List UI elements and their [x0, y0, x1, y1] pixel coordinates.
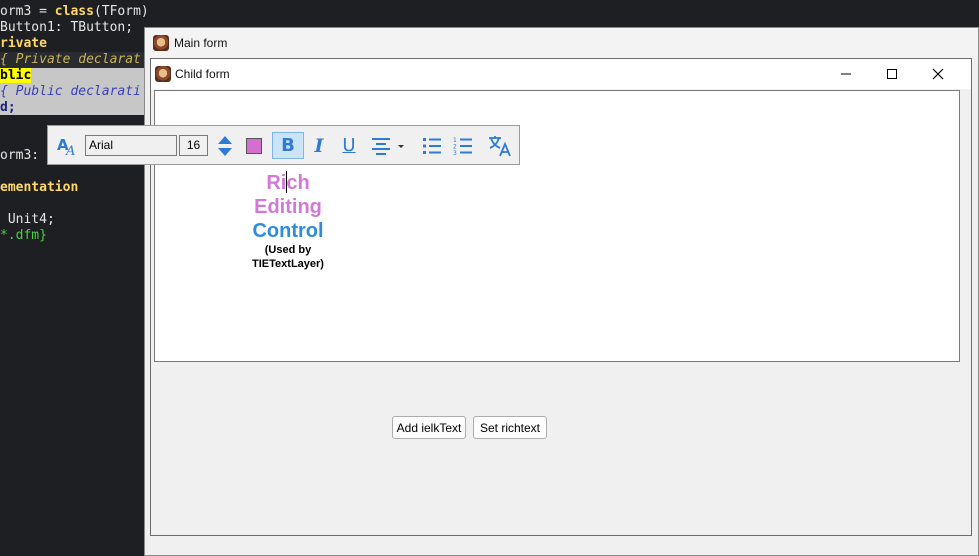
font-style-button[interactable]: A A — [54, 132, 80, 159]
rich-text-line: Editing — [254, 196, 322, 218]
numbered-list-icon: 1 2 3 — [453, 137, 472, 157]
numbered-list-button[interactable]: 1 2 3 — [450, 132, 476, 159]
code-line: d; — [0, 100, 16, 115]
rich-text-line: TIETextLayer) — [252, 258, 324, 270]
rich-text-line: (Used by — [264, 244, 312, 256]
close-button[interactable] — [915, 59, 961, 89]
minimize-icon — [841, 73, 851, 75]
font-size-input[interactable]: 16 — [179, 135, 208, 156]
text-color-button[interactable] — [241, 132, 267, 159]
font-icon: A A — [57, 136, 75, 157]
app-icon — [153, 35, 169, 51]
close-icon — [932, 68, 944, 80]
italic-button[interactable]: I — [306, 132, 332, 159]
maximize-button[interactable] — [869, 59, 915, 89]
bold-button[interactable]: B — [272, 132, 304, 159]
code-line: rivate — [0, 36, 47, 51]
set-richtext-button[interactable]: Set richtext — [473, 416, 547, 439]
code-line: *.dfm} — [0, 228, 47, 243]
underline-button[interactable]: U — [336, 132, 362, 159]
code-line: ementation — [0, 180, 79, 195]
rich-text-line: Rich — [266, 172, 310, 194]
code-line: blic — [0, 68, 32, 83]
bullet-list-button[interactable] — [419, 132, 445, 159]
up-down-arrows-icon — [218, 135, 232, 156]
translate-icon — [489, 135, 511, 156]
translate-button[interactable] — [486, 132, 514, 159]
main-form-titlebar[interactable]: Main form — [145, 28, 978, 58]
code-line: { Public declarati — [0, 84, 141, 99]
svg-text:A: A — [65, 144, 75, 157]
svg-text:3: 3 — [453, 150, 457, 157]
code-editor-background: orm3 = class(TForm) Button1: TButton; ri… — [0, 0, 160, 556]
color-swatch-icon — [246, 137, 262, 154]
formatting-toolbar[interactable]: A A Arial 16 B I U 1 2 3 — [47, 125, 520, 165]
alignment-dropdown[interactable] — [366, 132, 410, 159]
child-form-title: Child form — [175, 67, 230, 81]
main-form-title: Main form — [174, 36, 228, 50]
underline-icon: U — [342, 135, 356, 156]
font-name-input[interactable]: Arial — [85, 135, 177, 156]
align-center-icon — [372, 137, 404, 155]
code-line: { Private declarat — [0, 52, 141, 67]
minimize-button[interactable] — [823, 59, 869, 89]
text-caret — [286, 171, 287, 193]
add-ielktext-button[interactable]: Add ielkText — [392, 416, 466, 439]
child-form-titlebar[interactable]: Child form — [151, 59, 971, 89]
app-icon — [155, 66, 171, 82]
italic-icon: I — [314, 134, 324, 157]
font-size-spinner[interactable] — [212, 132, 238, 159]
code-line: Unit4; — [0, 212, 55, 227]
code-line: Button1: TButton; — [0, 20, 134, 35]
main-form-window[interactable]: Main form Child form Rich Editing Contro… — [144, 27, 979, 556]
rich-text-line: Control — [252, 220, 324, 242]
rich-text-content[interactable]: Rich Editing Control (Used by TIETextLay… — [245, 171, 331, 271]
bullet-list-icon — [423, 137, 441, 154]
code-line: orm3 = class(TForm) — [0, 4, 149, 19]
maximize-icon — [887, 69, 897, 79]
bold-icon: B — [281, 135, 295, 156]
